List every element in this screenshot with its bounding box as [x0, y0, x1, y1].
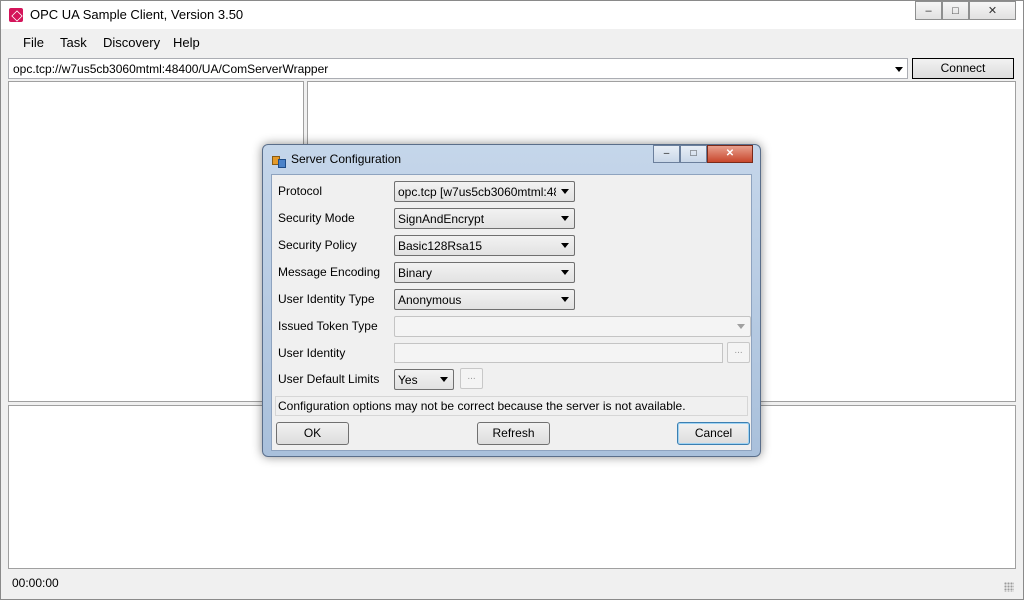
menu-file[interactable]: File — [23, 35, 44, 50]
user-identity-type-combobox[interactable]: Anonymous — [394, 289, 575, 310]
resize-grip-icon[interactable] — [1004, 582, 1014, 592]
minimize-button[interactable]: – — [915, 1, 942, 20]
dropdown-arrow-icon — [561, 189, 569, 194]
endpoint-url-text: opc.tcp://w7us5cb3060mtml:48400/UA/ComSe… — [13, 62, 329, 76]
user-identity-label: User Identity — [278, 346, 346, 360]
maximize-icon: □ — [952, 5, 959, 17]
minimize-icon: – — [925, 5, 932, 17]
dropdown-arrow-icon — [440, 377, 448, 382]
close-icon: ✕ — [725, 148, 735, 159]
security-mode-value: SignAndEncrypt — [398, 212, 485, 226]
maximize-icon: □ — [690, 148, 697, 159]
title-bar[interactable]: OPC UA Sample Client, Version 3.50 – □ ✕ — [1, 1, 1023, 29]
ok-button[interactable]: OK — [276, 422, 349, 445]
dropdown-arrow-icon — [561, 270, 569, 275]
message-encoding-label: Message Encoding — [278, 265, 381, 279]
menu-discovery[interactable]: Discovery — [103, 35, 160, 50]
user-default-limits-browse-button[interactable]: ... — [460, 368, 483, 389]
message-encoding-value: Binary — [398, 266, 433, 280]
cancel-button[interactable]: Cancel — [677, 422, 750, 445]
protocol-combobox[interactable]: opc.tcp [w7us5cb3060mtml:4840 — [394, 181, 575, 202]
protocol-label: Protocol — [278, 184, 323, 198]
issued-token-type-label: Issued Token Type — [278, 319, 378, 333]
user-identity-browse-button[interactable]: ... — [727, 342, 750, 363]
connect-button[interactable]: Connect — [912, 58, 1014, 79]
security-mode-label: Security Mode — [278, 211, 355, 225]
menu-bar: File Task Discovery Help — [8, 31, 1016, 57]
status-bar: 00:00:00 — [8, 572, 1016, 594]
minimize-icon: – — [663, 148, 670, 159]
status-time: 00:00:00 — [12, 576, 59, 590]
user-default-limits-label: User Default Limits — [278, 372, 380, 386]
maximize-button[interactable]: □ — [942, 1, 969, 20]
issued-token-type-combobox[interactable] — [394, 316, 751, 337]
user-identity-field[interactable] — [394, 343, 723, 363]
user-default-limits-combobox[interactable]: Yes — [394, 369, 454, 390]
server-configuration-dialog: Server Configuration – □ ✕ Protocol opc.… — [262, 144, 761, 457]
dialog-minimize-button[interactable]: – — [653, 145, 680, 163]
dialog-close-button[interactable]: ✕ — [707, 145, 753, 163]
status-message: Configuration options may not be correct… — [275, 396, 748, 416]
user-identity-type-label: User Identity Type — [278, 292, 375, 306]
window-title: OPC UA Sample Client, Version 3.50 — [30, 7, 244, 22]
dropdown-arrow-icon — [737, 324, 745, 329]
dialog-title: Server Configuration — [291, 152, 402, 166]
browse-tree-pane[interactable] — [8, 81, 304, 402]
menu-task[interactable]: Task — [60, 35, 87, 50]
close-icon: ✕ — [987, 5, 998, 17]
user-identity-type-value: Anonymous — [398, 293, 462, 307]
protocol-value: opc.tcp [w7us5cb3060mtml:4840 — [398, 185, 556, 199]
dialog-body: Protocol opc.tcp [w7us5cb3060mtml:4840 S… — [271, 174, 752, 451]
security-policy-combobox[interactable]: Basic128Rsa15 — [394, 235, 575, 256]
user-default-limits-value: Yes — [398, 373, 418, 387]
refresh-button[interactable]: Refresh — [477, 422, 550, 445]
dropdown-arrow-icon[interactable] — [895, 67, 903, 72]
app-icon — [9, 8, 23, 22]
close-button[interactable]: ✕ — [969, 1, 1016, 20]
dropdown-arrow-icon — [561, 297, 569, 302]
dropdown-arrow-icon — [561, 243, 569, 248]
message-encoding-combobox[interactable]: Binary — [394, 262, 575, 283]
server-configuration-icon — [272, 154, 286, 168]
dropdown-arrow-icon — [561, 216, 569, 221]
security-mode-combobox[interactable]: SignAndEncrypt — [394, 208, 575, 229]
menu-help[interactable]: Help — [173, 35, 200, 50]
security-policy-label: Security Policy — [278, 238, 357, 252]
endpoint-url-combobox[interactable]: opc.tcp://w7us5cb3060mtml:48400/UA/ComSe… — [8, 58, 908, 79]
security-policy-value: Basic128Rsa15 — [398, 239, 483, 253]
dialog-maximize-button[interactable]: □ — [680, 145, 707, 163]
